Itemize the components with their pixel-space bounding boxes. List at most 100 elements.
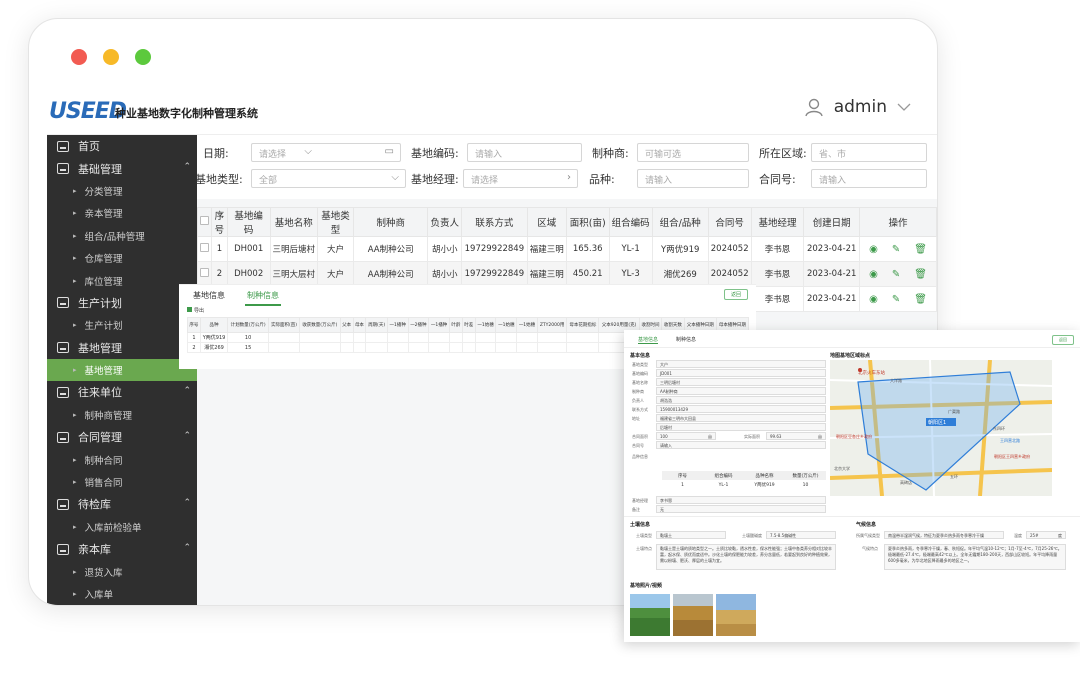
table-row[interactable]: 1 DH001 三明后塘村 大户 AA制种公司 胡小小 19729922849 福建三明 165… xyxy=(197,236,937,262)
field-value[interactable]: 李书恩 xyxy=(656,496,826,504)
date-label: 日期: xyxy=(203,147,229,160)
view-icon[interactable]: ◉ xyxy=(869,244,878,255)
table-cell: 李书恩 xyxy=(750,261,805,287)
export-button[interactable]: 导出 xyxy=(187,307,204,314)
row-actions: ◉ ✎ 🗑 xyxy=(859,286,937,312)
table-cell: 李书恩 xyxy=(750,236,805,262)
sidebar-item-9[interactable]: 基地管理⌃ xyxy=(47,337,197,359)
table-cell: 165.36 xyxy=(565,236,610,262)
sidebar-item-13[interactable]: 合同管理 ⌃ xyxy=(47,426,197,448)
back-button[interactable]: 返回 xyxy=(723,289,748,300)
sidebar-item-5[interactable]: 仓库管理 xyxy=(47,247,197,269)
minimize-dot[interactable] xyxy=(103,49,119,65)
photo-field[interactable] xyxy=(716,594,756,636)
view-icon[interactable]: ◉ xyxy=(869,294,878,305)
delete-icon[interactable]: 🗑 xyxy=(914,244,927,255)
sidebar-item-3[interactable]: 亲本管理 xyxy=(47,202,197,224)
menu-icon xyxy=(57,342,69,354)
photo-harvest[interactable] xyxy=(673,594,713,636)
field-value[interactable]: 胡浩浩 xyxy=(656,396,826,404)
export-label: 导出 xyxy=(194,308,205,314)
date-select[interactable]: 请选择 ⌵ ▭ xyxy=(251,143,401,162)
tab-production-info[interactable]: 制种信息 xyxy=(245,290,281,306)
sidebar-item-20[interactable]: 入库单 xyxy=(47,583,197,605)
field-value[interactable]: 15900013429 xyxy=(656,405,826,413)
column-header: 区域 xyxy=(526,207,567,237)
row-checkbox[interactable] xyxy=(197,236,212,262)
delete-icon[interactable]: 🗑 xyxy=(914,269,927,280)
field-value[interactable]: 无 xyxy=(656,505,826,513)
sidebar-item-6[interactable]: 库位管理 xyxy=(47,269,197,291)
variety-input[interactable]: 请输入 xyxy=(637,169,749,188)
mini-table-cell xyxy=(428,332,450,343)
sidebar-item-0[interactable]: 首页 xyxy=(47,135,197,157)
field-value-text: 李书恩 xyxy=(660,498,672,503)
maximize-dot[interactable] xyxy=(135,49,151,65)
sidebar-item-7[interactable]: 生产计划⌃ xyxy=(47,292,197,314)
card-tab-base-info[interactable]: 基地信息 xyxy=(638,336,659,344)
table-row[interactable]: 2 DH002 三明大层村 大户 AA制种公司 胡小小 19729922849 福建三明 450… xyxy=(197,261,937,287)
sidebar-item-12[interactable]: 制种商管理 xyxy=(47,404,197,426)
close-dot[interactable] xyxy=(71,49,87,65)
sidebar-item-11[interactable]: 往来单位 ⌃ xyxy=(47,381,197,403)
tab-base-info[interactable]: 基地信息 xyxy=(193,290,225,301)
card-tab-production-info[interactable]: 制种信息 xyxy=(676,336,696,343)
field-label: 基地经理 xyxy=(632,498,648,503)
contract-input[interactable]: 请输入 xyxy=(811,169,927,188)
region-input[interactable]: 省、市 xyxy=(811,143,927,162)
field-value[interactable]: 后塘村 xyxy=(656,423,826,431)
chevron-down-icon: ⌵ xyxy=(304,146,312,157)
soil-desc-label: 土壤特点 xyxy=(636,546,652,551)
field-value[interactable]: 三明后塘村 xyxy=(656,378,826,386)
field-value[interactable]: 100 亩 xyxy=(656,432,716,440)
user-menu[interactable]: admin xyxy=(804,97,911,117)
sidebar-item-4[interactable]: 组合/品种管理 xyxy=(47,225,197,247)
mini-table-cell: 1 xyxy=(187,332,201,343)
card-tabs: 基地信息 制种信息 返回 xyxy=(624,330,1080,348)
base-code-input[interactable]: 请输入 xyxy=(467,143,582,162)
sidebar-item-19[interactable]: 退货入库 xyxy=(47,560,197,582)
menu-icon xyxy=(57,543,69,555)
column-header: 组合编码 xyxy=(608,207,653,237)
sidebar-item-10[interactable]: 基地管理 xyxy=(47,358,197,382)
sidebar-item-17[interactable]: 入库前检验单 xyxy=(47,516,197,538)
base-area-map[interactable]: 朝阳区1 北京火车东站 广渠路 朝阳区王四营乡政府 朝阳区豆各庄乡政府 大洋路 … xyxy=(830,360,1052,496)
edit-icon[interactable]: ✎ xyxy=(892,269,900,280)
sidebar-item-18[interactable]: 亲本库 ⌃ xyxy=(47,538,197,560)
field-value[interactable]: 大户 xyxy=(656,360,826,368)
column-header: 序号 xyxy=(211,207,228,237)
producer-input[interactable]: 可输可选 xyxy=(637,143,749,162)
sidebar-item-14[interactable]: 制种合同 xyxy=(47,448,197,470)
sidebar-item-label: 亲本库 xyxy=(78,543,111,557)
row-checkbox[interactable] xyxy=(197,261,212,287)
sidebar-item-16[interactable]: 待检库 ⌃ xyxy=(47,493,197,515)
photo-rice-field[interactable] xyxy=(630,594,670,636)
sidebar-item-1[interactable]: 基础管理 ⌃ xyxy=(47,157,197,179)
mini-column-header: 序号 xyxy=(187,317,201,333)
edit-icon[interactable]: ✎ xyxy=(892,294,900,305)
view-icon[interactable]: ◉ xyxy=(869,269,878,280)
mini-table-cell xyxy=(474,342,497,353)
field-value[interactable]: 请输入 xyxy=(656,441,826,449)
table-cell: 1 xyxy=(211,236,228,262)
base-type-select[interactable]: 全部 ⌵ xyxy=(251,169,406,188)
sidebar-item-label: 基地管理 xyxy=(78,341,122,355)
table-cell: 2024052 xyxy=(707,236,752,262)
sidebar-item-2[interactable]: 分类管理 xyxy=(47,180,197,202)
select-all-checkbox[interactable] xyxy=(197,207,212,237)
sidebar-item-15[interactable]: 销售合同 xyxy=(47,471,197,493)
field-value[interactable]: JD001 xyxy=(656,369,826,377)
delete-icon[interactable]: 🗑 xyxy=(914,294,927,305)
card-back-button[interactable]: 返回 xyxy=(1052,335,1074,345)
edit-icon[interactable]: ✎ xyxy=(892,244,900,255)
sidebar-item-8[interactable]: 生产计划 xyxy=(47,314,197,336)
map-label-peking: 北京大学 xyxy=(834,465,850,471)
field-value[interactable]: 99.63 亩 xyxy=(766,432,826,440)
table-cell: 胡小小 xyxy=(427,261,462,287)
menu-icon xyxy=(57,431,69,443)
field-value[interactable]: 福建省三明市大田县 xyxy=(656,414,826,422)
manager-select[interactable]: 请选择 › xyxy=(463,169,578,188)
field-value[interactable]: AA制种商 xyxy=(656,387,826,395)
region-label: 所在区域: xyxy=(759,147,807,160)
chevron-down-icon[interactable] xyxy=(897,102,911,112)
